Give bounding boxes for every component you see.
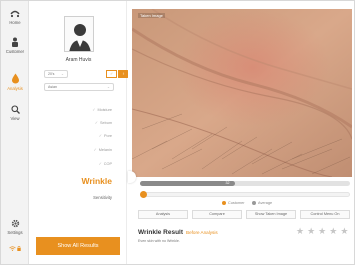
ethnicity-value: Asian <box>48 85 57 89</box>
check-icon: ✓ <box>98 162 102 166</box>
gender-male-toggle[interactable]: ♂ <box>106 70 117 78</box>
analysis-item-sensitivity[interactable]: Sensitivity <box>93 195 112 200</box>
legend-customer: Customer <box>222 201 244 205</box>
analysis-item-sebum[interactable]: ✓ Sebum <box>95 120 112 125</box>
star-icon: ★ <box>296 226 308 236</box>
legend-label-customer: Customer <box>228 201 245 205</box>
average-bar[interactable] <box>140 191 350 198</box>
legend-dot-average <box>252 201 256 205</box>
age-value: 20's <box>48 72 55 76</box>
nav-rail: Home Customer Analysis View Settings <box>1 1 29 264</box>
nav-label-settings: Settings <box>7 230 23 235</box>
action-button-row: Analysis Compare Show Taken Image Contro… <box>138 210 352 219</box>
score-bar-fill <box>140 181 235 186</box>
avatar-placeholder-icon <box>65 17 93 51</box>
result-subtitle: Before Analysis <box>186 230 218 235</box>
profile-panel: Aram Huvis 20's ⌄ ♂ ♀ Asian ⌄ ✓ Moisture … <box>30 1 129 264</box>
ethnicity-select[interactable]: Asian ⌄ <box>44 83 114 91</box>
nav-item-settings[interactable]: Settings <box>1 219 29 235</box>
check-icon: ✓ <box>94 121 98 125</box>
skin-image: Taken Image <box>132 9 352 177</box>
nav-label-home: Home <box>9 20 21 25</box>
analysis-item-label: Sebum <box>99 121 112 125</box>
home-icon <box>10 10 20 18</box>
female-icon: ♀ <box>122 71 125 76</box>
score-value: 32 <box>225 181 230 185</box>
avatar[interactable] <box>64 16 94 52</box>
analysis-icon <box>11 73 19 84</box>
skin-image-canvas <box>132 9 352 177</box>
gear-icon <box>11 219 19 228</box>
check-icon: ✓ <box>93 148 97 152</box>
star-icon: ★ <box>340 226 352 236</box>
legend-label-average: Average <box>258 201 273 205</box>
analysis-item-label: Moisture <box>97 108 112 112</box>
main-area: Taken Image 32 Customer Average Analysis… <box>128 1 354 264</box>
legend-dot-customer <box>222 201 226 205</box>
check-icon: ✓ <box>92 108 96 112</box>
nav-item-customer[interactable]: Customer <box>1 37 29 54</box>
result-note: Even skin with no Wrinkle. <box>138 239 180 243</box>
analysis-item-moisture[interactable]: ✓ Moisture <box>92 107 112 112</box>
analysis-item-pore[interactable]: ✓ Pore <box>99 133 112 138</box>
nav-item-home[interactable]: Home <box>1 9 29 25</box>
male-icon: ♂ <box>110 71 113 76</box>
analysis-button[interactable]: Analysis <box>138 210 188 219</box>
view-icon <box>10 105 20 114</box>
score-bar: 32 <box>140 181 350 186</box>
chevron-down-icon: ⌄ <box>106 85 110 89</box>
analysis-item-wrinkle[interactable]: Wrinkle <box>81 176 112 186</box>
nav-item-view[interactable]: View <box>1 105 29 121</box>
control-menu-button[interactable]: Control Menu On <box>300 210 350 219</box>
star-icon: ★ <box>307 226 319 236</box>
customer-icon <box>12 37 18 47</box>
star-icon: ★ <box>318 226 330 236</box>
show-all-results-button[interactable]: Show All Results <box>36 237 120 255</box>
analysis-item-label: Melanin <box>98 148 112 152</box>
nav-label-analysis: Analysis <box>7 86 23 91</box>
analysis-item-melanin[interactable]: ✓ Melanin <box>94 147 112 152</box>
chevron-down-icon: ⌄ <box>60 72 64 76</box>
wifi-icon <box>9 246 16 251</box>
analysis-item-label: Pore <box>103 134 112 138</box>
nav-label-view: View <box>10 116 20 121</box>
show-taken-image-button[interactable]: Show Taken Image <box>246 210 296 219</box>
customer-name: Aram Huvis <box>65 57 92 63</box>
lock-icon <box>17 246 21 251</box>
nav-label-customer: Customer <box>5 49 25 54</box>
check-icon: ✓ <box>98 134 102 138</box>
rating-stars: ★★★★★ <box>296 226 351 237</box>
star-icon: ★ <box>329 226 341 236</box>
compare-button[interactable]: Compare <box>192 210 242 219</box>
legend-average: Average <box>252 201 272 205</box>
age-select[interactable]: 20's ⌄ <box>44 70 68 78</box>
status-icons <box>1 246 29 252</box>
nav-item-analysis[interactable]: Analysis <box>1 73 29 91</box>
average-bar-knob[interactable] <box>140 191 147 198</box>
taken-image-label: Taken Image <box>138 13 165 18</box>
analysis-item-cop[interactable]: ✓ COP <box>99 161 112 166</box>
analysis-item-label: COP <box>103 162 112 166</box>
result-title: Wrinkle Result <box>138 229 184 236</box>
panel-toggle-handle[interactable] <box>128 171 136 183</box>
